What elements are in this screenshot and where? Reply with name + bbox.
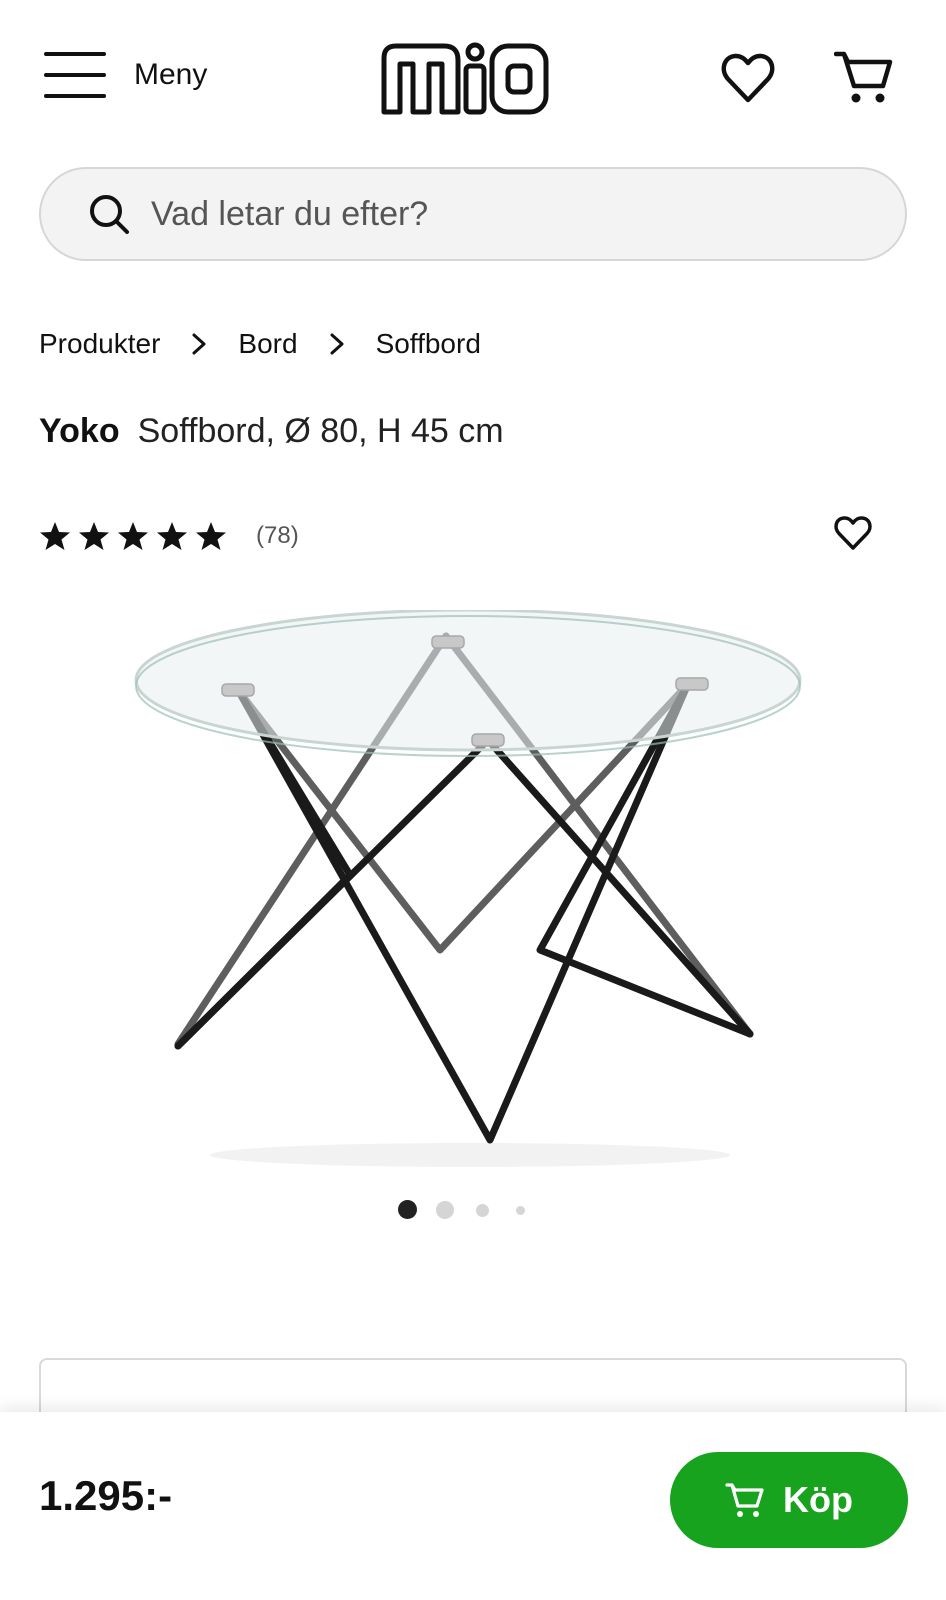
star-icon xyxy=(79,522,109,550)
chevron-right-icon xyxy=(330,333,344,355)
menu-button[interactable]: Meny xyxy=(44,52,207,98)
heart-icon[interactable] xyxy=(718,48,778,108)
review-count: (78) xyxy=(256,522,299,549)
star-icon xyxy=(157,522,187,550)
product-image[interactable] xyxy=(120,610,820,1170)
chevron-right-icon xyxy=(192,333,206,355)
cart-icon[interactable] xyxy=(834,48,894,108)
product-brand: Yoko xyxy=(39,412,120,450)
product-price: 1.295:- xyxy=(39,1472,173,1519)
search-input[interactable]: Vad letar du efter? xyxy=(39,167,907,261)
breadcrumb-item-produkter[interactable]: Produkter xyxy=(39,328,160,360)
gallery-dot-1[interactable] xyxy=(398,1200,417,1219)
buy-button-label: Köp xyxy=(783,1479,853,1520)
search-placeholder: Vad letar du efter? xyxy=(151,194,429,233)
gallery-dot-2[interactable] xyxy=(436,1201,454,1219)
site-header: Meny xyxy=(0,0,946,160)
purchase-bar: 1.295:- Köp xyxy=(0,1412,946,1600)
breadcrumb-item-bord[interactable]: Bord xyxy=(238,328,297,360)
mio-logo[interactable] xyxy=(380,38,550,118)
product-description: Soffbord, Ø 80, H 45 cm xyxy=(137,412,504,450)
star-icon xyxy=(40,522,70,550)
search-icon xyxy=(90,195,129,234)
buy-button[interactable]: Köp xyxy=(670,1452,908,1548)
breadcrumb: Produkter Bord Soffbord xyxy=(39,328,481,360)
menu-icon xyxy=(44,52,106,98)
gallery-dot-4[interactable] xyxy=(516,1206,525,1215)
gallery-dot-3[interactable] xyxy=(476,1204,489,1217)
star-icon xyxy=(196,522,226,550)
gallery-pagination xyxy=(0,1196,946,1226)
heart-icon[interactable] xyxy=(832,512,874,554)
cart-icon xyxy=(725,1483,764,1517)
breadcrumb-item-soffbord[interactable]: Soffbord xyxy=(376,328,481,360)
star-icon xyxy=(118,522,148,550)
product-title: Yoko Soffbord, Ø 80, H 45 cm xyxy=(39,412,504,451)
product-rating[interactable]: (78) xyxy=(39,520,299,552)
menu-label: Meny xyxy=(134,58,208,91)
